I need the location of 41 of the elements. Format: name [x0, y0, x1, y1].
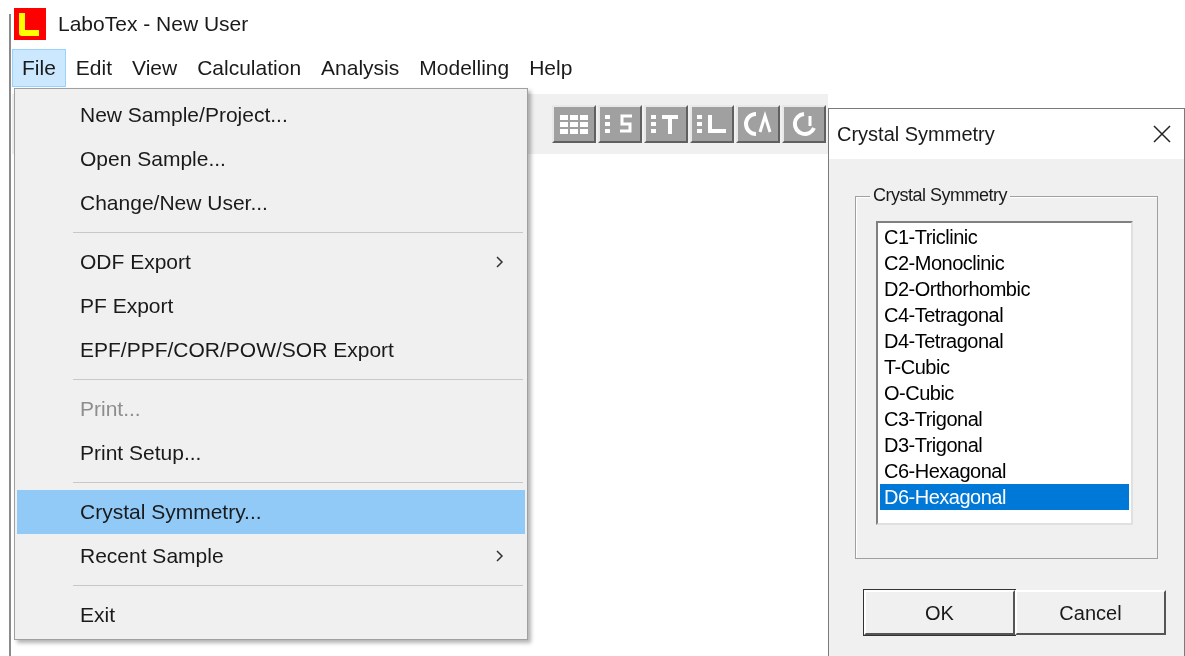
- list-icon[interactable]: [644, 105, 688, 143]
- menu-item[interactable]: File: [12, 49, 66, 87]
- list-item[interactable]: C2-Monoclinic: [880, 250, 1129, 276]
- menu-option[interactable]: Change/New User...: [17, 181, 525, 225]
- menu-option[interactable]: New Sample/Project...: [17, 93, 525, 137]
- list-item[interactable]: D4-Tetragonal: [880, 328, 1129, 354]
- menu-option[interactable]: Print Setup...: [17, 431, 525, 475]
- list-item[interactable]: C4-Tetragonal: [880, 302, 1129, 328]
- chevron-right-icon: [495, 255, 505, 269]
- menu-item[interactable]: Modelling: [409, 49, 520, 87]
- menu-option[interactable]: Open Sample...: [17, 137, 525, 181]
- dialog-button[interactable]: OK: [864, 590, 1015, 635]
- menu-item[interactable]: Edit: [65, 49, 123, 87]
- list-item[interactable]: C3-Trigonal: [880, 406, 1129, 432]
- menu-item[interactable]: Calculation: [187, 49, 312, 87]
- list-item[interactable]: C6-Hexagonal: [880, 458, 1129, 484]
- list-item[interactable]: D3-Trigonal: [880, 432, 1129, 458]
- app-logo-icon: [14, 8, 46, 40]
- menu-item[interactable]: Analysis: [311, 49, 410, 87]
- list-icon[interactable]: [690, 105, 734, 143]
- menu-option[interactable]: Crystal Symmetry...: [17, 490, 525, 534]
- menu-option[interactable]: Recent Sample: [17, 534, 525, 578]
- menu-option[interactable]: PF Export: [17, 284, 525, 328]
- menu-item[interactable]: Help: [519, 49, 583, 87]
- clock-icon[interactable]: [782, 105, 826, 143]
- list-item[interactable]: D2-Orthorhombic: [880, 276, 1129, 302]
- close-icon[interactable]: [1152, 124, 1172, 144]
- dialog-button[interactable]: Cancel: [1015, 590, 1166, 635]
- list-item[interactable]: C1-Triclinic: [880, 224, 1129, 250]
- list-item[interactable]: D6-Hexagonal: [880, 484, 1129, 510]
- menu-option[interactable]: EPF/PPF/COR/POW/SOR Export: [17, 328, 525, 372]
- list-item[interactable]: O-Cubic: [880, 380, 1129, 406]
- dialog-title: Crystal Symmetry: [837, 122, 995, 147]
- chevron-right-icon: [495, 549, 505, 563]
- list-item[interactable]: T-Cubic: [880, 354, 1129, 380]
- window-title: LaboTex - New User: [58, 11, 249, 38]
- menu-item[interactable]: View: [122, 49, 188, 87]
- menu-option[interactable]: Exit: [17, 593, 525, 637]
- list-icon[interactable]: [598, 105, 642, 143]
- grid-icon[interactable]: [552, 105, 596, 143]
- menu-option[interactable]: ODF Export: [17, 240, 525, 284]
